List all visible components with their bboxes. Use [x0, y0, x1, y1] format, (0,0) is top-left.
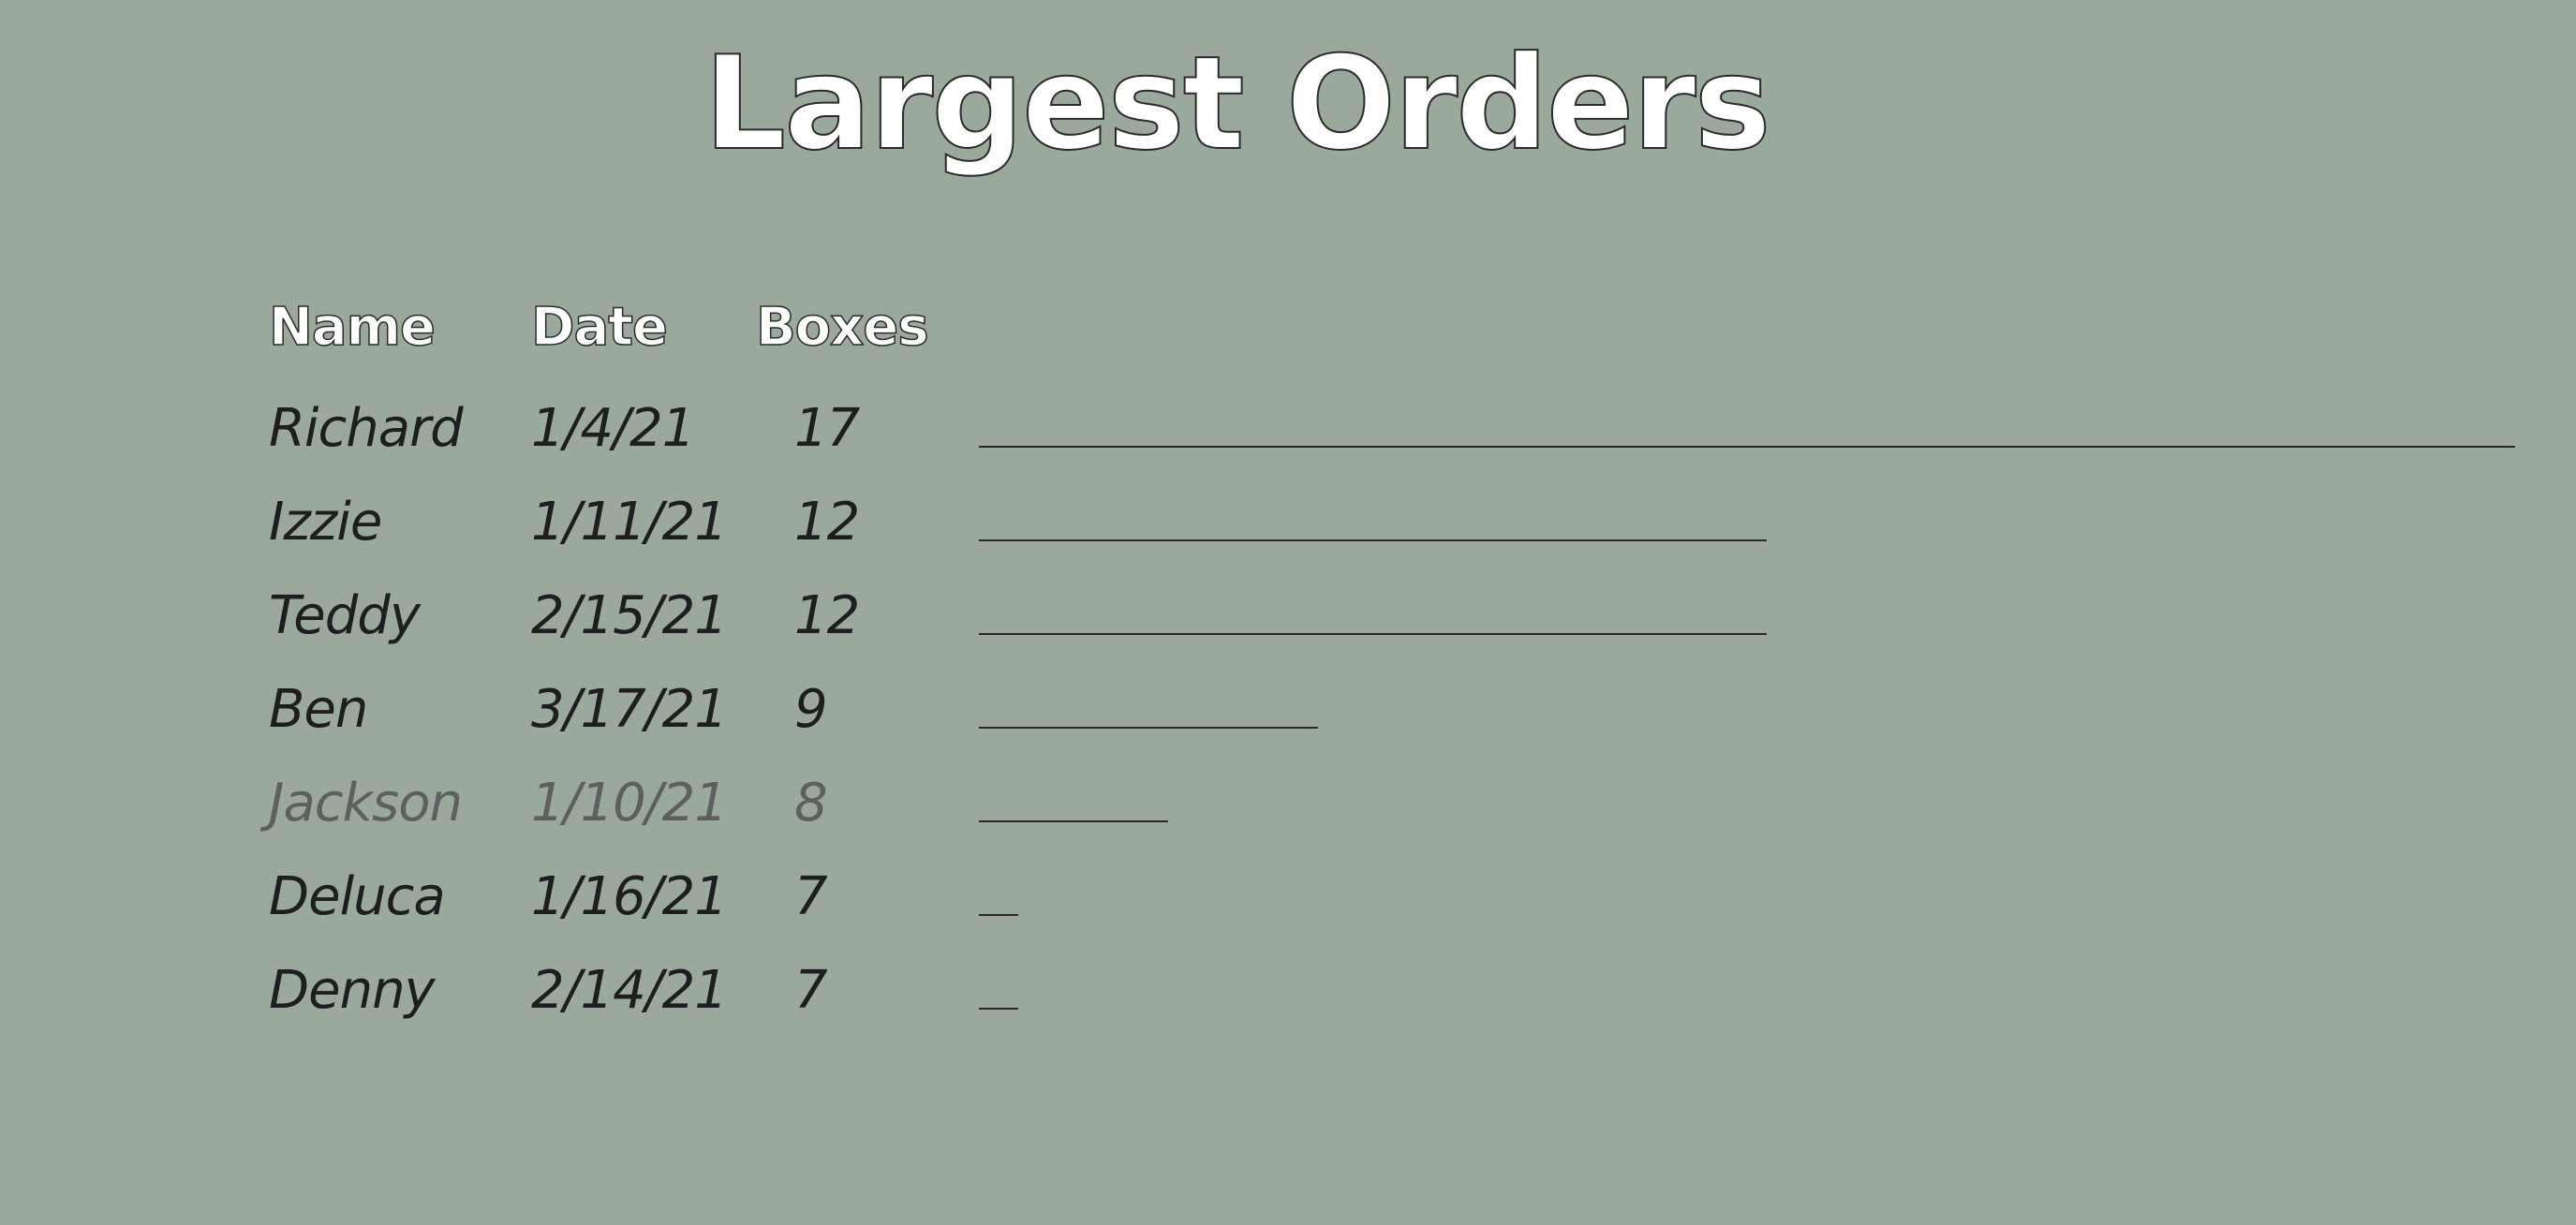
row-name: Deluca	[269, 866, 446, 927]
row-date: 2/14/21	[531, 960, 728, 1021]
row-boxes: 7	[794, 866, 828, 927]
row-name: Jackson	[269, 773, 463, 834]
row-date: 1/4/21	[531, 398, 695, 459]
row-boxes: 8	[794, 773, 828, 834]
row-name: Denny	[269, 960, 436, 1021]
row-name: Teddy	[269, 585, 421, 646]
row-name: Richard	[269, 398, 464, 459]
bar-mark	[979, 539, 1767, 541]
chart-page: Largest Orders Name Date Boxes Richard 1/…	[0, 0, 2576, 1225]
row-boxes: 9	[794, 679, 828, 740]
row-boxes: 17	[794, 398, 860, 459]
column-header-name: Name	[268, 297, 437, 358]
row-name: Izzie	[269, 492, 382, 553]
row-boxes: 12	[794, 585, 860, 646]
row-boxes: 12	[794, 492, 860, 553]
column-header-date: Date	[530, 297, 669, 358]
row-date: 2/15/21	[531, 585, 728, 646]
row-name: Ben	[269, 679, 368, 740]
row-date: 3/17/21	[531, 679, 728, 740]
row-boxes: 7	[794, 960, 828, 1021]
row-date: 1/11/21	[531, 492, 728, 553]
bar-mark	[979, 727, 1318, 729]
bar-mark	[979, 446, 2515, 448]
chart-title: Largest Orders	[703, 28, 1772, 179]
bar-mark	[979, 914, 1018, 916]
row-date: 1/16/21	[531, 866, 728, 927]
column-header-boxes: Boxes	[755, 297, 929, 358]
bar-mark	[979, 820, 1168, 822]
bar-mark	[979, 1008, 1018, 1010]
bar-mark	[979, 633, 1767, 635]
row-date: 1/10/21	[531, 773, 728, 834]
